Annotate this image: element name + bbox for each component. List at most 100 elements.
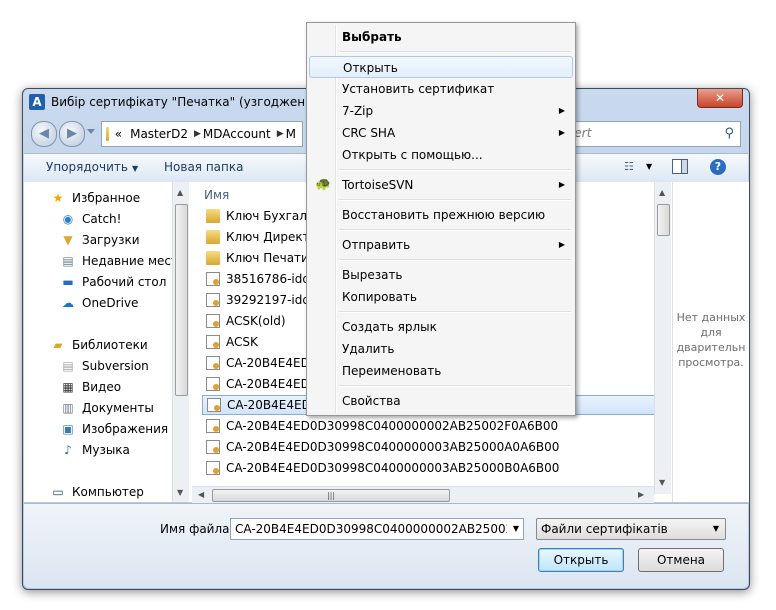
breadcrumb-overflow[interactable]: « (115, 127, 122, 141)
menu-item[interactable]: Восстановить прежнюю версию (309, 204, 573, 226)
file-list-scrollbar[interactable]: ▲ ▼ (654, 182, 671, 494)
certificate-icon (206, 377, 220, 391)
open-button[interactable]: Открыть (538, 548, 624, 572)
menu-item[interactable]: Создать ярлык (309, 316, 573, 338)
nav-item-video[interactable]: ▦ Видео (60, 377, 121, 397)
file-name: CA-20B4E4ED0D30998C0400000003AB25000B0A6… (226, 461, 560, 475)
nav-label: Избранное (72, 191, 141, 205)
file-row[interactable]: CA-20B4E4ED0D30998C0400000003AB25000A0A6… (202, 437, 654, 457)
close-button[interactable]: ✕ (697, 89, 743, 108)
chevron-down-icon[interactable]: ▼ (513, 524, 519, 533)
file-row[interactable]: CA-20B4E4ED0D30998C0400000002AB25002F0A6… (202, 416, 654, 436)
nav-item-downloads[interactable]: ▼ Загрузки (60, 230, 139, 250)
certificate-icon (206, 440, 220, 454)
scroll-right-icon[interactable]: ▶ (638, 490, 644, 499)
breadcrumb-item[interactable]: MasterD2 (130, 127, 188, 141)
scroll-down-icon[interactable]: ▼ (659, 478, 665, 487)
menu-item[interactable]: Открыть с помощью... (309, 144, 573, 166)
view-options-icon[interactable]: ☷ (624, 160, 642, 174)
menu-item-label: 7-Zip (342, 104, 374, 118)
navigation-pane: ★ Избранное ◉ Catch! ▼ Загрузки ▤ Недавние м… (24, 182, 172, 502)
breadcrumb-item[interactable]: MDAccount (203, 127, 271, 141)
nav-label: Catch! (82, 212, 122, 226)
column-header-name[interactable]: Имя (204, 188, 229, 202)
menu-item[interactable]: CRC SHA ▶ (309, 122, 573, 144)
file-name: Ключ Директо (226, 230, 317, 244)
menu-item[interactable]: Выбрать (309, 26, 573, 48)
nav-item-documents[interactable]: ▥ Документы (60, 398, 153, 418)
folder-icon (206, 251, 220, 265)
nav-libraries[interactable]: ▰ Библиотеки (50, 335, 148, 355)
certificate-icon (206, 356, 220, 370)
preview-pane-icon[interactable] (672, 159, 688, 174)
nav-item-images[interactable]: ▣ Изображения (60, 419, 168, 439)
menu-item[interactable]: 7-Zip ▶ (309, 100, 573, 122)
nav-scrollbar[interactable]: ▲ ▼ (172, 182, 189, 502)
nav-item-subversion[interactable]: ▤ Subversion (60, 356, 148, 376)
menu-item[interactable]: Переименовать (309, 360, 573, 382)
certificate-icon (206, 314, 220, 328)
nav-favorites[interactable]: ★ Избранное (50, 188, 141, 208)
horizontal-scrollbar[interactable]: ◀ ||| ▶ (192, 486, 654, 503)
breadcrumb-item[interactable]: M (286, 127, 296, 141)
filename-field[interactable]: CA-20B4E4ED0D30998C0400000002AB25002E0A6… (230, 518, 524, 540)
preview-message: Нет данных для дварительн просмотра. (676, 311, 746, 369)
file-name: 38516786-idd (226, 272, 310, 286)
menu-item-label: Удалить (342, 342, 395, 356)
menu-item-label: Вырезать (342, 268, 403, 282)
back-button[interactable]: ◀ (31, 121, 57, 147)
search-input[interactable]: Cert ⚲ (559, 121, 741, 147)
nav-item-music[interactable]: ♪ Музыка (60, 440, 130, 460)
file-row[interactable]: CA-20B4E4ED0D30998C0400000003AB25000B0A6… (202, 458, 654, 478)
filetype-select[interactable]: Файли сертифікатів ▼ (536, 518, 726, 540)
new-folder-button[interactable]: Новая папка (164, 160, 243, 174)
menu-item-label: Создать ярлык (342, 320, 437, 334)
menu-item[interactable]: Установить сертификат (309, 78, 573, 100)
breadcrumb[interactable]: « MasterD2 ▶ MDAccount ▶ M (101, 121, 303, 147)
file-name: ACSK (226, 335, 258, 349)
scroll-thumb[interactable] (175, 204, 188, 396)
menu-separator (339, 199, 571, 201)
menu-item[interactable]: 🐢 TortoiseSVN ▶ (309, 174, 573, 196)
menu-item[interactable]: Удалить (309, 338, 573, 360)
scroll-up-icon[interactable]: ▲ (659, 188, 665, 197)
nav-label: Рабочий стол (82, 275, 167, 289)
nav-label: Компьютер (72, 485, 144, 499)
star-icon: ★ (52, 191, 64, 205)
scroll-thumb[interactable] (657, 204, 670, 236)
nav-item-desktop[interactable]: ▬ Рабочий стол (60, 272, 166, 292)
forward-arrow-icon: ▶ (67, 126, 77, 141)
menu-item-label: Открыть (343, 61, 398, 75)
recent-pages-dropdown[interactable] (87, 129, 95, 134)
menu-item[interactable]: Открыть (309, 56, 573, 78)
nav-item-catch[interactable]: ◉ Catch! (60, 209, 122, 229)
help-icon[interactable]: ? (710, 159, 726, 175)
menu-item[interactable]: Вырезать (309, 264, 573, 286)
forward-button[interactable]: ▶ (59, 121, 85, 147)
nav-item-recent[interactable]: ▤ Недавние места (60, 251, 172, 271)
nav-label: Библиотеки (72, 338, 148, 352)
scroll-down-icon[interactable]: ▼ (177, 488, 183, 497)
context-menu: Выбрать Открыть Установить сертификат 7-Zip… (306, 22, 576, 416)
menu-item[interactable]: Копировать (309, 286, 573, 308)
nav-computer[interactable]: ▭ Компьютер (50, 482, 144, 502)
nav-item-onedrive[interactable]: ☁ OneDrive (60, 293, 138, 313)
menu-item[interactable]: Свойства (309, 390, 573, 412)
filename-value[interactable]: CA-20B4E4ED0D30998C0400000002AB25002E0A6… (235, 522, 507, 536)
organize-button[interactable]: Упорядочить ▼ (46, 160, 138, 174)
scroll-up-icon[interactable]: ▲ (177, 188, 183, 197)
scroll-left-icon[interactable]: ◀ (198, 490, 204, 499)
menu-separator (339, 311, 571, 313)
filetype-value: Файли сертифікатів (541, 522, 668, 536)
menu-item[interactable]: Отправить ▶ (309, 234, 573, 256)
breadcrumb-separator-icon[interactable]: ▶ (277, 129, 284, 139)
computer-icon: ▭ (52, 485, 64, 499)
scroll-thumb[interactable]: ||| (212, 489, 450, 502)
recent-places-icon: ▤ (62, 254, 74, 268)
view-options-dropdown[interactable]: ▼ (646, 162, 652, 171)
breadcrumb-separator-icon[interactable]: ▶ (194, 129, 201, 139)
search-icon[interactable]: ⚲ (724, 126, 734, 141)
cancel-button[interactable]: Отмена (638, 548, 724, 572)
file-name: CA-20B4E4ED0D30998C0400000002AB25002F0A6… (226, 419, 559, 433)
preview-pane: Нет данных для дварительн просмотра. (672, 182, 749, 502)
